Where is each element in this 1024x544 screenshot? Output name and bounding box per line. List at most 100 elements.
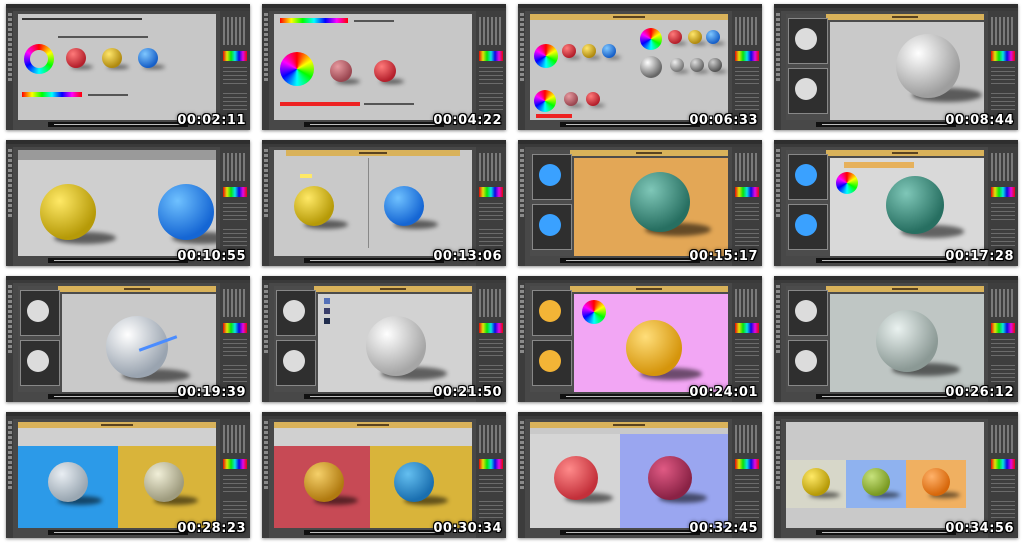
options-bar (518, 416, 762, 419)
tools-panel (6, 11, 13, 130)
sphere (668, 30, 682, 44)
sphere (876, 310, 938, 372)
sphere (706, 30, 720, 44)
timestamp: 00:30:34 (433, 521, 502, 536)
subtitle-caption (48, 530, 188, 535)
options-bar (262, 280, 506, 283)
timestamp: 00:26:12 (945, 385, 1014, 400)
timestamp: 00:34:56 (945, 521, 1014, 536)
sphere (144, 462, 184, 502)
options-bar (774, 416, 1018, 419)
options-bar (518, 144, 762, 147)
tools-panel (774, 419, 781, 538)
sphere (138, 48, 158, 68)
sphere (802, 468, 830, 496)
document-canvas (274, 14, 472, 120)
tools-panel (518, 419, 525, 538)
video-thumbnail[interactable]: 00:15:17 (518, 140, 762, 266)
tools-panel (262, 419, 269, 538)
timestamp: 00:17:28 (945, 249, 1014, 264)
subtitle-caption (560, 530, 700, 535)
document-canvas (18, 14, 216, 120)
document-canvas (18, 150, 216, 256)
video-thumbnail[interactable]: 00:26:12 (774, 276, 1018, 402)
subtitle-caption (48, 394, 188, 399)
video-thumbnail[interactable]: 00:02:11 (6, 4, 250, 130)
options-bar (6, 416, 250, 419)
sphere (48, 462, 88, 502)
video-thumbnail[interactable]: 00:17:28 (774, 140, 1018, 266)
video-thumbnail[interactable]: 00:32:45 (518, 412, 762, 538)
subtitle-caption (48, 258, 188, 263)
subtitle-caption (304, 394, 444, 399)
sphere (374, 60, 396, 82)
video-thumbnail[interactable]: 00:21:50 (262, 276, 506, 402)
document-canvas (18, 422, 216, 528)
video-thumbnail[interactable]: 00:04:22 (262, 4, 506, 130)
subtitle-caption (48, 122, 188, 127)
tools-panel (262, 11, 269, 130)
options-bar (6, 144, 250, 147)
sphere (862, 468, 890, 496)
sphere (626, 320, 682, 376)
tools-panel (6, 283, 13, 402)
tools-panel (774, 283, 781, 402)
document-canvas (786, 14, 984, 120)
timestamp: 00:28:23 (177, 521, 246, 536)
tools-panel (518, 283, 525, 402)
timestamp: 00:32:45 (689, 521, 758, 536)
options-bar (774, 280, 1018, 283)
tools-panel (518, 147, 525, 266)
video-thumbnail[interactable]: 00:13:06 (262, 140, 506, 266)
timestamp: 00:04:22 (433, 113, 502, 128)
document-canvas (530, 286, 728, 392)
options-bar (774, 144, 1018, 147)
document-canvas (786, 422, 984, 528)
document-canvas (274, 150, 472, 256)
subtitle-caption (816, 258, 956, 263)
tools-panel (774, 11, 781, 130)
subtitle-caption (816, 394, 956, 399)
options-bar (262, 144, 506, 147)
document-canvas (530, 14, 728, 120)
sphere (648, 456, 692, 500)
timestamp: 00:24:01 (689, 385, 758, 400)
video-thumbnail[interactable]: 00:28:23 (6, 412, 250, 538)
video-thumbnail[interactable]: 00:34:56 (774, 412, 1018, 538)
video-thumbnail[interactable]: 00:06:33 (518, 4, 762, 130)
sphere (102, 48, 122, 68)
subtitle-caption (816, 530, 956, 535)
video-thumbnail[interactable]: 00:08:44 (774, 4, 1018, 130)
sphere (158, 184, 214, 240)
timestamp: 00:13:06 (433, 249, 502, 264)
options-bar (262, 416, 506, 419)
sphere (922, 468, 950, 496)
options-bar (262, 8, 506, 11)
timestamp: 00:06:33 (689, 113, 758, 128)
subtitle-caption (304, 530, 444, 535)
document-canvas (18, 286, 216, 392)
timestamp: 00:21:50 (433, 385, 502, 400)
tools-panel (6, 147, 13, 266)
sphere (366, 316, 426, 376)
video-thumbnail[interactable]: 00:24:01 (518, 276, 762, 402)
subtitle-caption (560, 394, 700, 399)
sphere (602, 44, 616, 58)
sphere (554, 456, 598, 500)
sphere (708, 58, 722, 72)
sphere (886, 176, 944, 234)
document-canvas (786, 286, 984, 392)
sphere (66, 48, 86, 68)
timestamp: 00:02:11 (177, 113, 246, 128)
options-bar (518, 8, 762, 11)
video-thumbnail[interactable]: 00:30:34 (262, 412, 506, 538)
document-canvas (274, 422, 472, 528)
subtitle-caption (304, 122, 444, 127)
video-thumbnail[interactable]: 00:19:39 (6, 276, 250, 402)
video-thumbnail[interactable]: 00:10:55 (6, 140, 250, 266)
subtitle-caption (560, 122, 700, 127)
sphere (562, 44, 576, 58)
sphere (896, 34, 960, 98)
options-bar (6, 8, 250, 11)
sphere (582, 44, 596, 58)
